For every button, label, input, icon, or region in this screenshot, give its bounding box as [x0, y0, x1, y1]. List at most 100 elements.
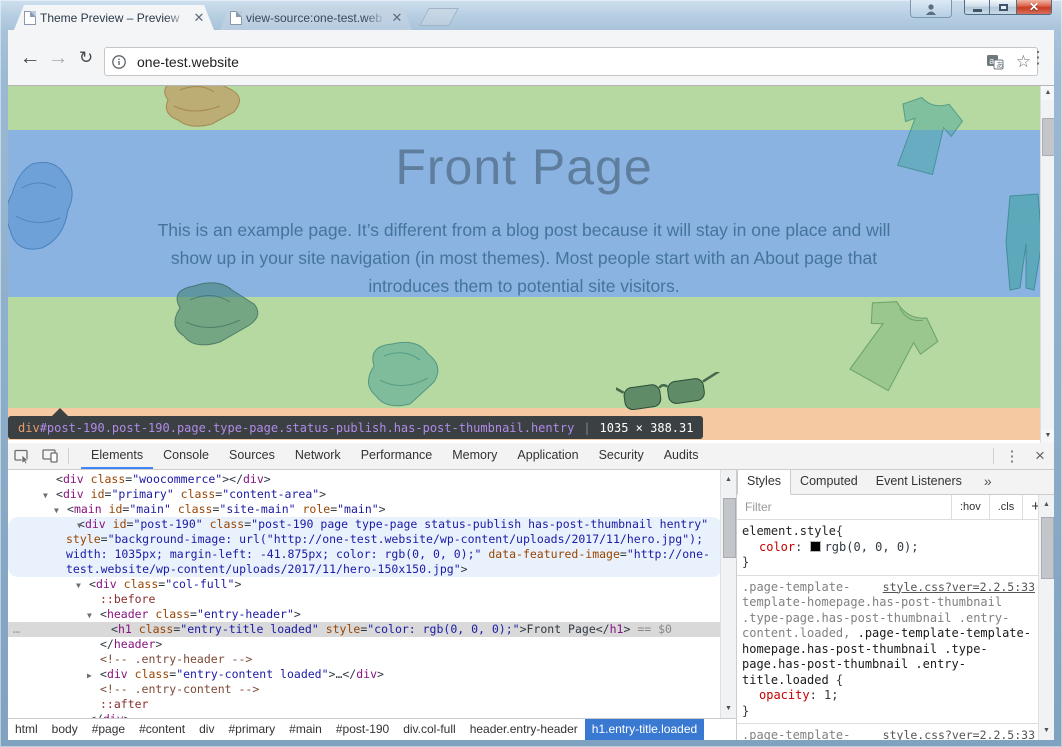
devtools-tab-network[interactable]: Network	[285, 443, 351, 469]
css-property[interactable]: color: rgb(0, 0, 0);	[742, 540, 1035, 556]
style-rule[interactable]: style.css?ver=2.2.5:33.page-template-tem…	[737, 724, 1039, 740]
breadcrumb-item[interactable]: body	[45, 719, 85, 740]
tab-overflow-chevrons[interactable]: »	[975, 470, 1001, 494]
devtools-close-icon[interactable]: ×	[1026, 443, 1054, 469]
styles-filter-bar: Filter :hov .cls +	[737, 495, 1054, 520]
scroll-down-icon[interactable]: ▼	[1039, 723, 1054, 738]
dom-tree-node[interactable]: ▼ <div id="post-190" class="post-190 page…	[8, 517, 720, 577]
devtools-tab-sources[interactable]: Sources	[219, 443, 285, 469]
styles-pane-tab-styles[interactable]: Styles	[737, 470, 792, 495]
devtools-tab-console[interactable]: Console	[153, 443, 219, 469]
dom-tree-node[interactable]: </header>	[8, 637, 720, 652]
rule-selector: element.style	[742, 524, 836, 538]
expand-arrow-open-icon[interactable]: ▼	[87, 608, 92, 623]
address-bar[interactable]: one-test.website aあ ☆	[104, 47, 1038, 76]
toolbar-divider	[68, 448, 69, 464]
scroll-up-icon[interactable]: ▲	[721, 472, 736, 487]
styles-pane: Styles Computed Event Listeners» Filter :h…	[736, 470, 1054, 740]
devtools-tab-security[interactable]: Security	[589, 443, 654, 469]
styles-pane-tab-event-listeners[interactable]: Event Listeners	[867, 470, 971, 494]
devtools-tab-audits[interactable]: Audits	[654, 443, 709, 469]
breadcrumb-item[interactable]: html	[8, 719, 45, 740]
chrome-menu-icon[interactable]: ⋮	[1028, 48, 1048, 68]
back-button[interactable]: ←	[16, 44, 44, 72]
devtools-tab-application[interactable]: Application	[507, 443, 588, 469]
dom-tree-node[interactable]: ▼ <main id="main" class="site-main" role=…	[8, 502, 720, 517]
style-rule[interactable]: element.style{color: rgb(0, 0, 0);}	[737, 520, 1039, 576]
scrollbar-thumb[interactable]	[1042, 118, 1054, 156]
node-options-icon[interactable]: …	[13, 622, 21, 637]
breadcrumb-item[interactable]: header.entry-header	[463, 719, 585, 740]
maximize-button[interactable]	[990, 0, 1017, 15]
breadcrumb-item[interactable]: #main	[282, 719, 329, 740]
scrollbar-thumb[interactable]	[723, 498, 736, 558]
info-icon[interactable]	[111, 54, 127, 70]
dom-tree-node[interactable]: ▼ <div id="primary" class="content-area">	[8, 487, 720, 502]
breadcrumb-item[interactable]: div.col-full	[396, 719, 462, 740]
tab-close-icon[interactable]: ✕	[390, 11, 404, 24]
dom-tree-node[interactable]: ▶ <div class="entry-content loaded">…</di…	[8, 667, 720, 682]
styles-scrollbar[interactable]: ▲ ▼	[1038, 495, 1054, 740]
breadcrumb-item[interactable]: #page	[85, 719, 132, 740]
minimize-button[interactable]	[964, 0, 990, 15]
devtools-menu-icon[interactable]: ⋮	[998, 443, 1026, 469]
dom-tree-node[interactable]: ▼ <div class="col-full">	[8, 577, 720, 592]
expand-arrow-open-icon[interactable]: ▼	[76, 578, 81, 593]
style-rule[interactable]: style.css?ver=2.2.5:33.page-template-tem…	[737, 576, 1039, 724]
devtools-tab-performance[interactable]: Performance	[351, 443, 443, 469]
page-icon	[230, 11, 242, 25]
scroll-down-icon[interactable]: ▼	[721, 701, 736, 716]
browser-toolbar: ← → ↻ one-test.website aあ ☆ ⋮	[8, 30, 1054, 86]
dom-tree-node[interactable]: … <h1 class="entry-title loaded" style="c…	[8, 622, 720, 637]
scroll-up-icon[interactable]: ▲	[1039, 497, 1054, 512]
stylesheet-link[interactable]: style.css?ver=2.2.5:33	[883, 580, 1035, 596]
tab-view-source[interactable]: view-source:one-test.web ✕	[220, 5, 412, 30]
new-tab-button[interactable]	[419, 8, 459, 26]
reload-button[interactable]: ↻	[72, 44, 100, 72]
devtools-tab-elements[interactable]: Elements	[81, 443, 154, 469]
expand-arrow-open-icon[interactable]: ▼	[65, 518, 82, 533]
dom-tree-node[interactable]: <!-- .entry-header -->	[8, 652, 720, 667]
profile-button[interactable]	[910, 0, 952, 18]
page-icon	[24, 11, 36, 25]
dom-tree-node[interactable]: ▼ <header class="entry-header">	[8, 607, 720, 622]
dom-tree-node[interactable]: <div class="woocommerce"></div>	[8, 472, 720, 487]
breadcrumb-item[interactable]: #primary	[221, 719, 282, 740]
dom-tree-node[interactable]: ::before	[8, 592, 720, 607]
expand-arrow-open-icon[interactable]: ▼	[54, 503, 59, 518]
dom-tree-node[interactable]: <!-- .entry-content -->	[8, 682, 720, 697]
url-text[interactable]: one-test.website	[137, 54, 980, 70]
hover-state-button[interactable]: :hov	[950, 495, 989, 519]
styles-tabs: Styles Computed Event Listeners»	[737, 470, 1054, 495]
breadcrumb-item[interactable]: #content	[132, 719, 192, 740]
device-toolbar-icon[interactable]	[36, 443, 64, 469]
forward-button[interactable]: →	[44, 44, 72, 72]
close-button[interactable]: ✕	[1017, 0, 1052, 15]
breadcrumb-item[interactable]: div	[192, 719, 221, 740]
devtools-tab-memory[interactable]: Memory	[442, 443, 507, 469]
scroll-down-icon[interactable]: ▼	[1041, 429, 1054, 443]
tab-close-icon[interactable]: ✕	[192, 11, 206, 24]
expand-arrow-closed-icon[interactable]: ▶	[87, 668, 92, 683]
class-toggle-button[interactable]: .cls	[988, 495, 1023, 519]
inspect-element-icon[interactable]	[8, 443, 36, 469]
devtools-tabs: Elements Console Sources Network Performance…	[81, 443, 708, 469]
css-property[interactable]: opacity: 1;	[742, 688, 1035, 704]
translate-icon[interactable]: aあ	[986, 54, 1004, 70]
page-scrollbar[interactable]: ▲ ▼	[1040, 86, 1054, 443]
scrollbar-thumb[interactable]	[1041, 517, 1054, 579]
elements-scrollbar[interactable]: ▲ ▼	[720, 470, 736, 718]
styles-pane-tab-computed[interactable]: Computed	[791, 470, 867, 494]
color-swatch[interactable]	[809, 540, 821, 552]
breadcrumb-item[interactable]: #post-190	[329, 719, 396, 740]
stylesheet-link[interactable]: style.css?ver=2.2.5:33	[883, 728, 1035, 740]
elements-pane: <div class="woocommerce"></div> ▼ <div id=…	[8, 470, 736, 740]
tooltip-dimensions: 1035 × 388.31	[599, 420, 694, 435]
page-paragraph: This is an example page. It’s different …	[157, 220, 891, 296]
breadcrumb-item[interactable]: h1.entry-title.loaded	[584, 719, 705, 740]
filter-input[interactable]: Filter	[745, 500, 951, 514]
dom-tree-node[interactable]: ::after	[8, 697, 720, 712]
scroll-up-icon[interactable]: ▲	[1041, 86, 1054, 100]
tab-theme-preview[interactable]: Theme Preview – Preview ✕	[14, 5, 214, 30]
expand-arrow-open-icon[interactable]: ▼	[43, 488, 48, 503]
